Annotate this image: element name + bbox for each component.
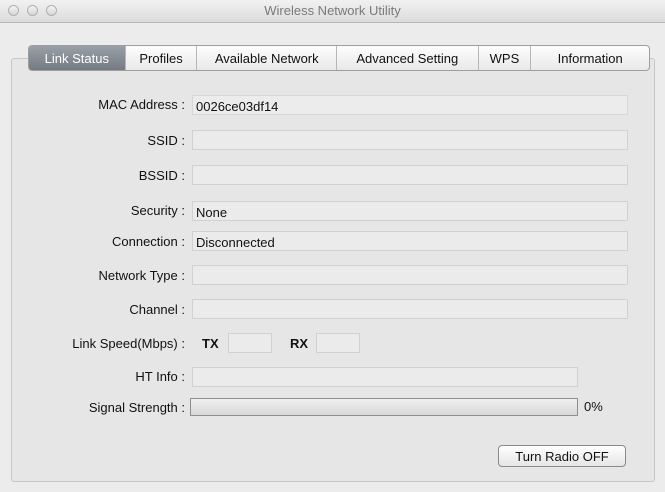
ssid-label: SSID : xyxy=(147,133,185,148)
bssid-field xyxy=(192,165,628,185)
mac-address-label: MAC Address : xyxy=(98,97,185,112)
turn-radio-off-button[interactable]: Turn Radio OFF xyxy=(498,445,626,467)
tab-wps[interactable]: WPS xyxy=(479,46,532,70)
signal-strength-percent: 0% xyxy=(584,399,603,414)
channel-field xyxy=(192,299,628,319)
tab-information[interactable]: Information xyxy=(531,46,649,70)
connection-label: Connection : xyxy=(112,234,185,249)
ssid-field xyxy=(192,130,628,150)
tab-bar: Link Status Profiles Available Network A… xyxy=(28,45,650,71)
tab-advanced-setting[interactable]: Advanced Setting xyxy=(337,46,479,70)
mac-address-field: 0026ce03df14 xyxy=(192,95,628,115)
link-speed-label: Link Speed(Mbps) : xyxy=(72,336,185,351)
rx-speed-box xyxy=(316,333,360,353)
window-title: Wireless Network Utility xyxy=(264,3,401,18)
wireless-network-utility-window: Wireless Network Utility Link Status Pro… xyxy=(0,0,665,492)
connection-field: Disconnected xyxy=(192,231,628,251)
tab-profiles[interactable]: Profiles xyxy=(126,46,198,70)
ht-info-label: HT Info : xyxy=(135,369,185,384)
title-bar: Wireless Network Utility xyxy=(0,0,665,23)
tx-label: TX xyxy=(202,336,219,351)
signal-strength-label: Signal Strength : xyxy=(88,400,185,415)
rx-label: RX xyxy=(290,336,309,351)
tx-speed-box xyxy=(228,333,272,353)
signal-strength-bar xyxy=(190,398,578,416)
security-field: None xyxy=(192,201,628,221)
security-label: Security : xyxy=(130,203,185,218)
network-type-label: Network Type : xyxy=(98,268,185,283)
tab-link-status[interactable]: Link Status xyxy=(29,46,126,70)
channel-label: Channel : xyxy=(129,302,185,317)
bssid-label: BSSID : xyxy=(138,168,185,183)
network-type-field xyxy=(192,265,628,285)
tab-available-network[interactable]: Available Network xyxy=(197,46,337,70)
ht-info-field xyxy=(192,367,578,387)
